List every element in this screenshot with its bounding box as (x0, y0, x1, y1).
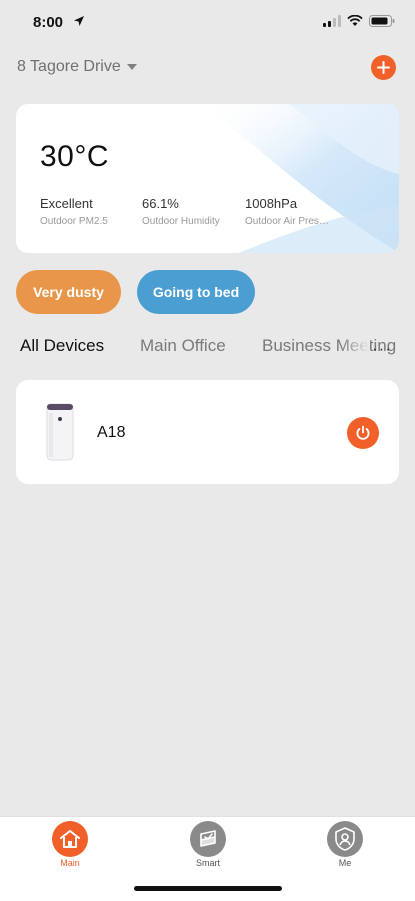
home-selector[interactable]: 8 Tagore Drive (17, 58, 137, 76)
metric-value: Excellent (40, 196, 93, 211)
smart-icon (190, 821, 226, 857)
location-arrow-icon (74, 16, 84, 26)
device-name: A18 (97, 424, 126, 441)
nav-label: Main (60, 858, 80, 868)
nav-main[interactable]: Main (40, 821, 100, 868)
nav-me[interactable]: Me (315, 821, 375, 868)
metric-label: Outdoor PM2.5 (40, 216, 108, 227)
profile-icon (327, 821, 363, 857)
weather-card: 30°C Excellent Outdoor PM2.5 66.1% Outdo… (16, 104, 399, 253)
nav-label: Smart (195, 858, 220, 868)
power-icon (356, 425, 370, 440)
nav-smart[interactable]: Smart (178, 821, 238, 868)
air-purifier-icon (46, 403, 74, 461)
metric-value: 66.1% (142, 196, 179, 211)
scene-going-to-bed-button[interactable]: Going to bed (137, 270, 255, 314)
temperature: 30°C (40, 140, 110, 173)
signal-icon (323, 15, 341, 27)
room-tabs: All Devices Main Office Business Meeting… (20, 336, 415, 360)
caret-down-icon (126, 64, 137, 70)
metric-label: Outdoor Air Pressure (245, 216, 333, 227)
device-card[interactable]: A18 (16, 380, 399, 484)
add-button[interactable] (371, 55, 396, 80)
home-indicator (134, 886, 282, 891)
status-time: 8:00 (33, 14, 64, 31)
metric-pressure: 1008hPa Outdoor Air Pressure (245, 196, 333, 227)
status-icons (323, 15, 395, 27)
metric-pm25: Excellent Outdoor PM2.5 (40, 196, 136, 227)
wifi-icon (347, 15, 363, 26)
more-tabs-button[interactable]: ··· (372, 339, 392, 359)
tab-main-office[interactable]: Main Office (140, 336, 226, 356)
home-name: 8 Tagore Drive (17, 58, 121, 75)
metric-humidity: 66.1% Outdoor Humidity (142, 196, 234, 227)
tab-all-devices[interactable]: All Devices (20, 336, 104, 356)
metric-value: 1008hPa (245, 196, 298, 211)
tab-fade-overlay (340, 336, 370, 360)
weather-background (199, 104, 399, 253)
nav-label: Me (338, 858, 352, 868)
battery-icon (369, 15, 395, 27)
home-icon (52, 821, 88, 857)
status-bar: 8:00 (0, 0, 415, 44)
scene-very-dusty-button[interactable]: Very dusty (16, 270, 121, 314)
metric-label: Outdoor Humidity (142, 216, 220, 227)
plus-icon (377, 61, 390, 74)
power-button[interactable] (347, 417, 379, 449)
